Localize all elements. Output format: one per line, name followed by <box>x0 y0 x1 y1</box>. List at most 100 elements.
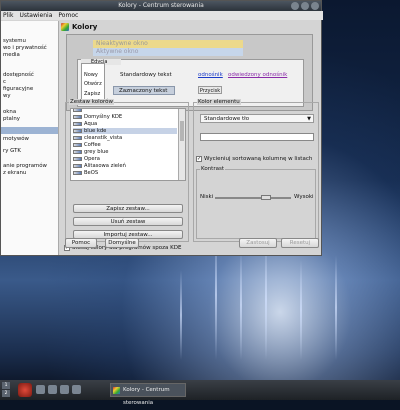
list-item-label: BeOS <box>84 170 99 176</box>
control-center-window: Kolory - Centrum sterowania Plik Ustawie… <box>0 0 323 256</box>
list-item[interactable]: Coffee <box>73 142 177 148</box>
list-scrollbar[interactable] <box>178 109 185 180</box>
sidebar-item[interactable]: z ekranu <box>3 170 26 176</box>
page-title: Kolory <box>72 23 98 31</box>
help-button[interactable]: Pomoc <box>65 238 97 248</box>
home-icon[interactable] <box>36 385 45 394</box>
light-streak <box>335 255 337 360</box>
preview-active-window[interactable]: Aktywne okno <box>93 48 243 56</box>
scheme-swatch-icon <box>73 171 82 175</box>
list-item-label: Opera <box>84 156 100 162</box>
reset-button[interactable]: Resetuj <box>281 238 319 248</box>
preview-standard-text[interactable]: Standardowy tekst <box>120 72 172 78</box>
menu-file[interactable]: Plik <box>3 11 13 20</box>
list-item-label: cleanstik_vista <box>84 135 123 141</box>
light-streak <box>240 250 242 360</box>
sidebar-item[interactable]: figuracyjne <box>3 86 33 92</box>
list-item-label: Domyślny KDE <box>84 114 123 120</box>
minimize-button[interactable] <box>291 2 299 10</box>
contrast-slider-handle[interactable] <box>261 195 272 200</box>
preview-selected-text[interactable]: Zaznaczony tekst <box>113 86 175 95</box>
color-scheme-list[interactable]: Domyślny KDE Aqua blue kde cleanstik_vis… <box>70 108 186 181</box>
preview-visited-link[interactable]: odwiedzony odnośnik <box>228 72 287 78</box>
widget-select-value: Standardowe tło <box>204 116 250 122</box>
color-scheme-title: Zestaw kolorów <box>69 99 115 105</box>
sidebar-item[interactable]: ptalny <box>3 116 20 122</box>
list-item[interactable]: grey blue <box>73 149 177 155</box>
scheme-swatch-icon <box>73 143 82 147</box>
colors-icon <box>113 387 120 394</box>
list-item[interactable]: cleanstik_vista <box>73 135 177 141</box>
list-item-selected[interactable]: blue kde <box>73 128 177 134</box>
save-scheme-button[interactable]: Zapisz zestaw... <box>73 204 183 213</box>
close-button[interactable] <box>311 2 319 10</box>
list-item[interactable]: Alitasowa zieleń <box>73 163 177 169</box>
preview-menu-item[interactable]: Otwórz <box>84 81 102 87</box>
taskbar: 1 2 Kolory - Centrum sterowania <box>0 380 400 406</box>
list-item[interactable]: Aqua <box>73 121 177 127</box>
pager-desktop-1[interactable]: 1 <box>2 382 10 389</box>
kde-menu-icon[interactable] <box>18 383 32 397</box>
preview-inactive-window[interactable]: Nieaktywne okno <box>93 40 243 48</box>
scheme-swatch-icon <box>73 157 82 161</box>
widget-select[interactable]: Standardowe tło ▼ <box>200 114 314 123</box>
menu-bar: Plik Ustawienia Pomoc <box>1 11 323 20</box>
desktop-pager[interactable]: 1 2 <box>2 382 10 398</box>
sorted-column-checkbox[interactable]: ✓ <box>196 156 202 162</box>
menu-settings[interactable]: Ustawienia <box>19 11 52 20</box>
contrast-low-label: Niski <box>200 194 214 200</box>
list-item[interactable]: Domyślny KDE <box>73 114 177 120</box>
remove-scheme-button[interactable]: Usuń zestaw <box>73 217 183 226</box>
scroll-thumb[interactable] <box>180 121 184 141</box>
browser-icon[interactable] <box>60 385 69 394</box>
window-titlebar[interactable]: Kolory - Centrum sterowania <box>1 1 321 11</box>
module-tree: systemu wo i prywatność media dostępność… <box>1 21 59 255</box>
menu-help[interactable]: Pomoc <box>58 11 78 20</box>
module-header: Kolory <box>61 21 97 33</box>
settings-icon[interactable] <box>72 385 81 394</box>
list-item-label: Alitasowa zieleń <box>84 163 126 169</box>
sidebar-item[interactable]: motywów <box>3 136 29 142</box>
sidebar-item[interactable]: systemu <box>3 38 26 44</box>
sidebar-item[interactable]: media <box>3 52 20 58</box>
scheme-swatch-icon <box>73 122 82 126</box>
taskbar-task[interactable]: Kolory - Centrum sterowania <box>110 383 186 406</box>
sidebar-item[interactable]: c <box>3 79 6 85</box>
list-item[interactable]: Opera <box>73 156 177 162</box>
preview-menu-item[interactable]: Nowy <box>84 72 98 78</box>
widget-color-group: Kolor elementu Standardowe tło ▼ ✓ Wycie… <box>193 99 319 242</box>
scheme-swatch-icon <box>73 129 82 133</box>
light-streak <box>300 260 302 360</box>
preview-link[interactable]: odnośnik <box>198 72 223 78</box>
sidebar-item[interactable]: wo i prywatność <box>3 45 47 51</box>
apply-button[interactable]: Zastosuj <box>239 238 277 248</box>
list-item[interactable] <box>73 109 177 113</box>
light-streak <box>180 270 182 360</box>
contrast-slider-track[interactable] <box>215 197 291 199</box>
sidebar-item[interactable]: okna <box>3 109 16 115</box>
preview-button[interactable]: Przycisk <box>198 86 222 94</box>
scheme-swatch-icon <box>73 164 82 168</box>
sidebar-item[interactable]: dostępność <box>3 72 34 78</box>
color-scheme-group: Zestaw kolorów Domyślny KDE Aqua blue kd… <box>65 99 189 242</box>
scheme-swatch-icon <box>73 109 82 112</box>
defaults-button[interactable]: Domyślne <box>105 238 139 248</box>
list-item-label: grey blue <box>84 149 109 155</box>
sidebar-item[interactable]: ry GTK <box>3 148 21 154</box>
light-streak <box>265 240 267 360</box>
colors-module: Kolory Nieaktywne okno Aktywne okno Edyc… <box>61 21 319 255</box>
color-picker-button[interactable] <box>200 133 314 141</box>
list-item[interactable]: BeOS <box>73 170 177 176</box>
scheme-swatch-icon <box>73 150 82 154</box>
pager-desktop-2[interactable]: 2 <box>2 390 10 397</box>
terminal-icon[interactable] <box>48 385 57 394</box>
sidebar-item-colors[interactable] <box>1 127 58 134</box>
maximize-button[interactable] <box>301 2 309 10</box>
list-item-label: blue kde <box>84 128 107 134</box>
preview-menu-item[interactable]: Zapisz <box>84 91 100 97</box>
list-item-label: Aqua <box>84 121 98 127</box>
sorted-column-label: Wycieniuj sortowaną kolumnę w listach <box>204 156 313 162</box>
sidebar-item[interactable]: anie programów <box>3 163 47 169</box>
widget-color-title: Kolor elementu <box>197 99 241 105</box>
sidebar-item[interactable]: wy <box>3 93 11 99</box>
